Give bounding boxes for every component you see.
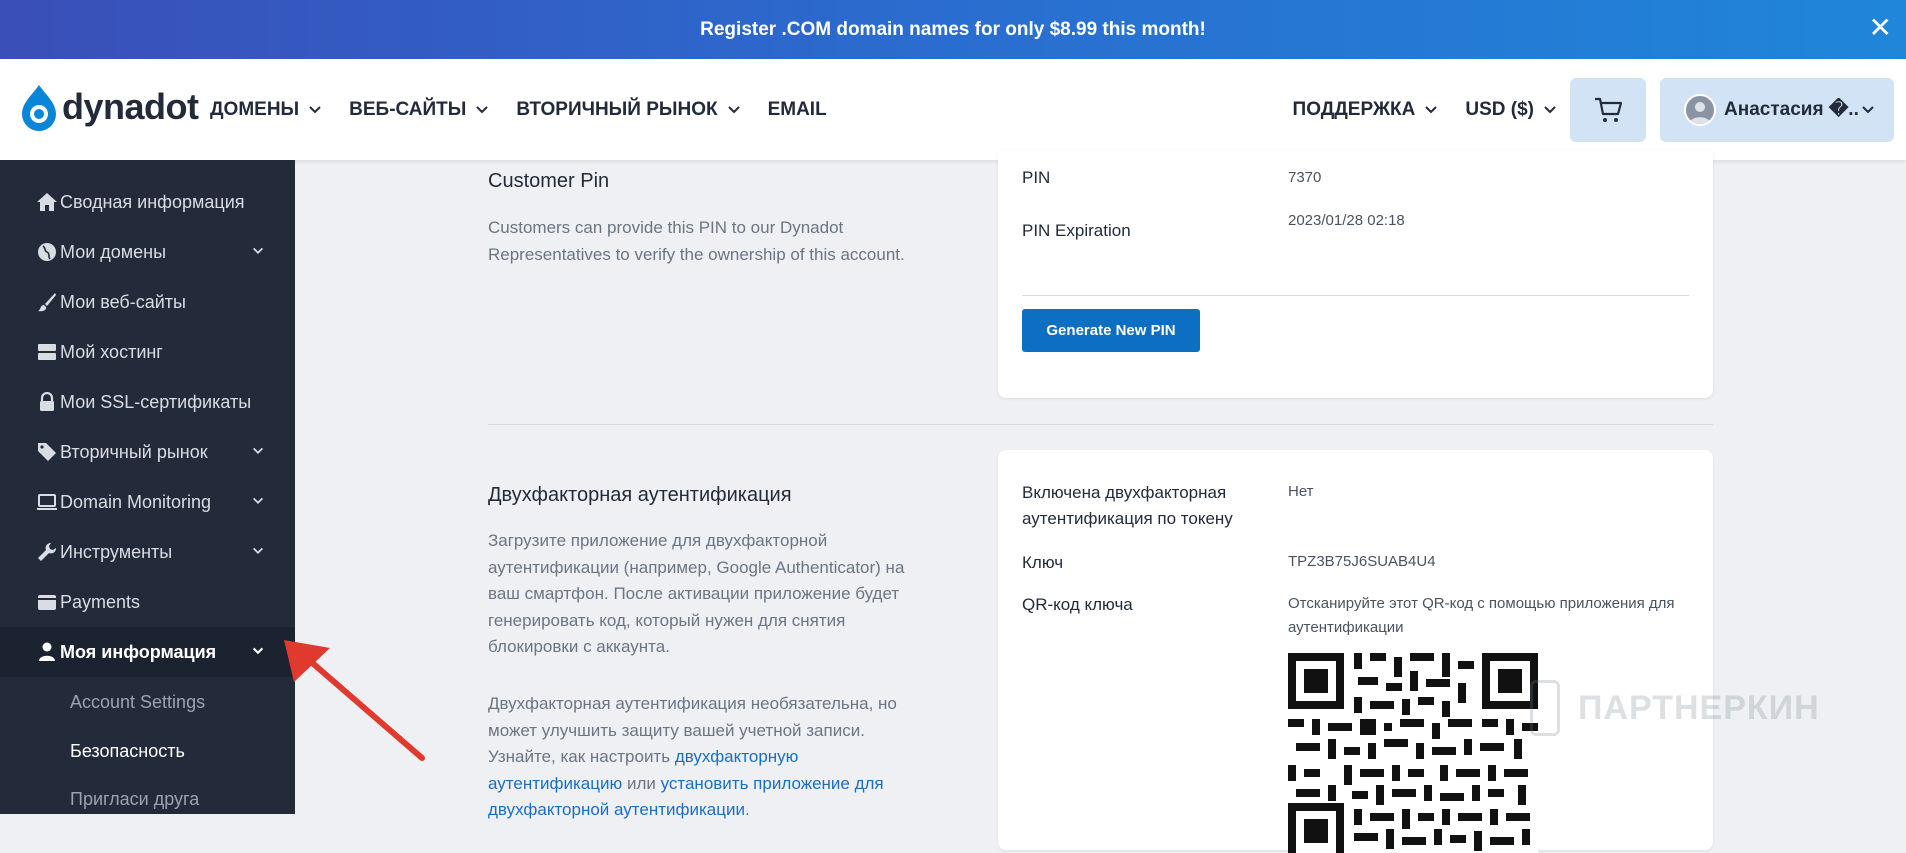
user-name: Анастасия �... (1724, 99, 1858, 120)
sidebar-item-summary[interactable]: Сводная информация (0, 177, 295, 227)
sidebar-item-hosting[interactable]: Мой хостинг (0, 327, 295, 377)
sidebar-subitem-invite[interactable]: Пригласи друга (70, 789, 199, 810)
generate-new-pin-button[interactable]: Generate New PIN (1022, 309, 1200, 352)
tag-icon (36, 441, 58, 463)
laptop-icon (36, 491, 58, 513)
sidebar-item-label: Мои домены (60, 241, 167, 262)
pin-expiration-label: PIN Expiration (1022, 221, 1131, 240)
chevron-down-icon (309, 105, 321, 113)
two-factor-title: Двухфакторная аутентификация (488, 484, 792, 506)
sidebar-item-aftermarket[interactable]: Вторичный рынок (0, 427, 295, 477)
chevron-down-icon (1425, 105, 1438, 113)
pin-label: PIN (1022, 168, 1051, 187)
customer-pin-title: Customer Pin (488, 170, 610, 192)
user-icon (36, 641, 58, 663)
pin-value: 7370 (1288, 169, 1322, 186)
nav-email[interactable]: EMAIL (768, 99, 827, 121)
customer-pin-card: PIN 7370 PIN Expiration 2023/01/28 02:18… (998, 150, 1713, 398)
divider (1022, 295, 1689, 296)
sidebar-item-monitoring[interactable]: Domain Monitoring (0, 477, 295, 527)
lock-icon (36, 391, 58, 413)
key-label: Ключ (1022, 553, 1064, 572)
pin-expiration-value: 2023/01/28 02:18 (1288, 212, 1405, 229)
sidebar-item-label: Моя информация (60, 641, 217, 662)
globe-icon (36, 241, 58, 263)
chevron-down-icon (727, 105, 740, 113)
chevron-down-icon (253, 547, 263, 554)
home-icon (36, 191, 58, 213)
annotation-arrow-icon (284, 640, 425, 761)
section-divider (488, 424, 1713, 425)
chevron-down-icon (1544, 105, 1556, 113)
sidebar-item-label: Мои SSL-сертификаты (60, 391, 252, 412)
two-factor-enabled-value: Нет (1288, 483, 1314, 500)
sidebar-item-label: Сводная информация (60, 191, 245, 212)
two-factor-enabled-label: Включена двухфакторная аутентификация по… (1022, 483, 1233, 528)
sidebar-item-label: Domain Monitoring (60, 491, 212, 512)
two-factor-description: Загрузите приложение для двухфакторной а… (488, 531, 905, 656)
customer-pin-description: Customers can provide this PIN to our Dy… (488, 218, 905, 264)
logo-text: dynadot (62, 86, 199, 127)
chevron-down-icon (253, 497, 263, 504)
sidebar-item-websites[interactable]: Мои веб-сайты (0, 277, 295, 327)
nav-domains-label: ДОМЕНЫ (210, 98, 300, 120)
chevron-down-icon (476, 105, 489, 113)
chevron-down-icon (252, 647, 264, 655)
chevron-down-icon (253, 247, 263, 254)
sidebar-item-label: Мой хостинг (60, 341, 163, 362)
logo[interactable]: dynadot (20, 83, 199, 131)
logo-drop-icon (22, 85, 56, 131)
sidebar-item-my-info[interactable]: Моя информация (0, 627, 295, 677)
qr-code (1288, 653, 1538, 853)
key-value: TPZ3B75J6SUAB4U4 (1288, 553, 1436, 570)
sidebar-item-label: Вторичный рынок (60, 441, 208, 462)
sidebar-item-label: Payments (60, 591, 141, 612)
sidebar-item-ssl[interactable]: Мои SSL-сертификаты (0, 377, 295, 427)
nav-support[interactable]: ПОДДЕРЖКА (1293, 99, 1440, 121)
nav-websites[interactable]: ВЕБ-САЙТЫ (349, 99, 490, 121)
user-menu[interactable]: Анастасия �... (1660, 77, 1894, 142)
qr-key-label: QR-код ключа (1022, 595, 1133, 614)
server-icon (36, 341, 58, 363)
wrench-icon (36, 541, 58, 563)
header-right: ПОДДЕРЖКА USD ($) Анастасия �... (1293, 59, 1906, 160)
two-factor-note-or: или (622, 773, 661, 793)
nav-email-label: EMAIL (767, 98, 827, 120)
chevron-down-icon (253, 447, 263, 454)
sidebar-item-label: Мои веб-сайты (60, 291, 186, 312)
site-header: dynadot ДОМЕНЫ ВЕБ-САЙТЫ ВТОРИЧНЫЙ РЫНОК… (0, 59, 1906, 160)
sidebar-item-label: Инструменты (60, 541, 173, 562)
two-factor-card: Включена двухфакторная аутентификация по… (998, 450, 1713, 853)
two-factor-note: Двухфакторная аутентификация необязатель… (488, 691, 928, 824)
two-factor-note-end: . (744, 800, 750, 819)
sidebar-item-domains[interactable]: Мои домены (0, 227, 295, 277)
avatar (1684, 93, 1716, 126)
qr-instruction: Отсканируйте этот QR-код с помощью прило… (1288, 595, 1675, 636)
chevron-down-icon (1862, 105, 1874, 113)
sidebar-item-tools[interactable]: Инструменты (0, 527, 295, 577)
nav-aftermarket[interactable]: ВТОРИЧНЫЙ РЫНОК (516, 99, 741, 121)
sidebar: Сводная информация Мои домены Мои веб-са… (0, 160, 295, 814)
nav-support-label: ПОДДЕРЖКА (1292, 98, 1416, 120)
main-nav: ДОМЕНЫ ВЕБ-САЙТЫ ВТОРИЧНЫЙ РЫНОК EMAIL (210, 59, 853, 160)
sidebar-item-payments[interactable]: Payments (0, 577, 295, 627)
wallet-icon (36, 591, 58, 613)
nav-domains[interactable]: ДОМЕНЫ (210, 99, 323, 121)
watermark-text: ПАРТНЕРКИН (1578, 688, 1820, 727)
watermark: ПАРТНЕРКИН (1530, 680, 1820, 736)
cart-button[interactable] (1570, 77, 1646, 142)
brush-icon (36, 291, 58, 313)
promo-text[interactable]: Register .COM domain names for only $8.9… (700, 19, 1206, 41)
currency-label: USD ($) (1465, 98, 1534, 120)
currency-select[interactable]: USD ($) (1465, 99, 1558, 121)
nav-aftermarket-label: ВТОРИЧНЫЙ РЫНОК (516, 98, 718, 120)
sidebar-subitem-security[interactable]: Безопасность (70, 741, 185, 762)
close-icon[interactable]: ✕ (1869, 14, 1892, 42)
cart-icon (1595, 97, 1623, 122)
sidebar-subitem-account-settings[interactable]: Account Settings (70, 692, 205, 713)
watermark-logo-icon (1530, 680, 1560, 736)
nav-websites-label: ВЕБ-САЙТЫ (349, 98, 467, 120)
promo-banner: Register .COM domain names for only $8.9… (0, 0, 1906, 59)
user-avatar-icon (1689, 101, 1711, 124)
